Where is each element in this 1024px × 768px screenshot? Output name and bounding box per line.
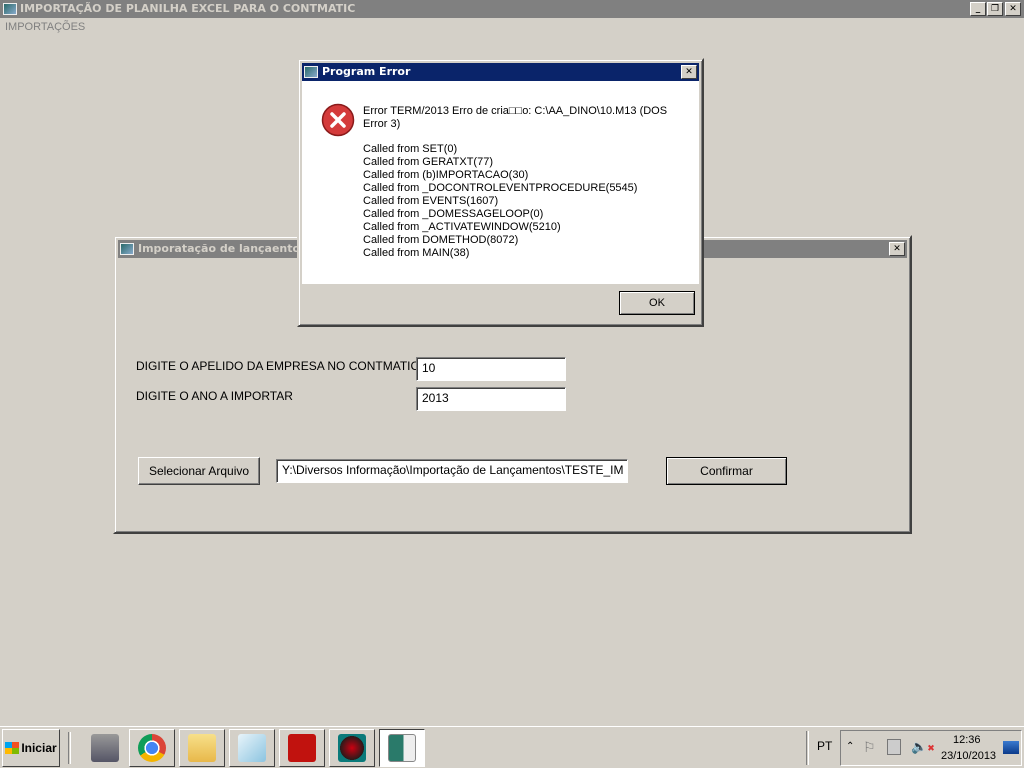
minimize-button[interactable]: _ [970, 2, 986, 16]
year-label: DIGITE O ANO A IMPORTAR [136, 389, 293, 403]
taskbar-notepad[interactable] [229, 729, 275, 767]
error-icon [321, 103, 355, 137]
red-bird-icon [338, 734, 366, 762]
clock-time[interactable]: 12:36 [953, 734, 981, 746]
app-titlebar: IMPORTAÇÃO DE PLANILHA EXCEL PARA O CONT… [0, 0, 1024, 18]
taskbar: Iniciar PT ⌃ ⚐ 🔈✖ 12:36 23/10/2013 [0, 726, 1024, 768]
company-label: DIGITE O APELIDO DA EMPRESA NO CONTMATIC [136, 359, 420, 373]
year-input[interactable]: 2013 [416, 387, 566, 411]
show-desktop-icon[interactable] [1003, 741, 1019, 754]
action-center-flag-icon[interactable]: ⚐ [863, 739, 876, 756]
import-window-close-button[interactable]: ✕ [889, 242, 905, 256]
select-file-button[interactable]: Selecionar Arquivo [138, 457, 260, 485]
taskbar-contmatic-import[interactable] [379, 729, 425, 767]
system-tray: ⌃ ⚐ 🔈✖ 12:36 23/10/2013 [840, 730, 1022, 766]
ok-button[interactable]: OK [619, 291, 695, 315]
start-button[interactable]: Iniciar [2, 729, 60, 767]
stack-line: Called from MAIN(38) [363, 247, 470, 259]
acrobat-icon [288, 734, 316, 762]
confirm-button[interactable]: Confirmar [666, 457, 787, 485]
app-window-icon [388, 734, 416, 762]
error-message: Error TERM/2013 Erro de cria□□o: C:\AA_D… [363, 105, 668, 130]
server-manager-icon [91, 734, 119, 762]
taskbar-chrome[interactable] [129, 729, 175, 767]
error-stack: Called from SET(0) Called from GERATXT(7… [363, 143, 637, 260]
stack-line: Called from (b)IMPORTACAO(30) [363, 169, 529, 181]
taskbar-acrobat[interactable] [279, 729, 325, 767]
error-dialog-title: Program Error [322, 65, 411, 78]
start-label: Iniciar [21, 741, 57, 755]
folder-icon [188, 734, 216, 762]
stack-line: Called from SET(0) [363, 143, 458, 155]
chrome-icon [138, 734, 166, 762]
clock-date[interactable]: 23/10/2013 [941, 750, 996, 762]
show-hidden-icons[interactable]: ⌃ [846, 741, 854, 752]
app-icon [3, 3, 17, 15]
stack-line: Called from _DOMESSAGELOOP(0) [363, 208, 544, 220]
stack-line: Called from _ACTIVATEWINDOW(5210) [363, 221, 561, 233]
taskbar-app-red[interactable] [329, 729, 375, 767]
error-dialog: Program Error ✕ Error TERM/2013 Erro de … [297, 58, 704, 327]
taskbar-server-manager[interactable] [82, 729, 128, 767]
app-title: IMPORTAÇÃO DE PLANILHA EXCEL PARA O CONT… [20, 2, 356, 15]
error-content: Error TERM/2013 Erro de cria□□o: C:\AA_D… [302, 81, 699, 284]
restore-button[interactable]: ❐ [987, 2, 1003, 16]
notepad-icon [238, 734, 266, 762]
window-icon [120, 243, 134, 255]
taskbar-explorer[interactable] [179, 729, 225, 767]
error-dialog-close-button[interactable]: ✕ [681, 65, 697, 79]
language-indicator[interactable]: PT [817, 739, 832, 753]
stack-line: Called from GERATXT(77) [363, 156, 493, 168]
window-icon [304, 66, 318, 78]
windows-logo-icon [5, 742, 20, 754]
import-window-title: Imporatação de lançaentos [138, 242, 307, 255]
stack-line: Called from EVENTS(1607) [363, 195, 499, 207]
close-button[interactable]: ✕ [1005, 2, 1021, 16]
stack-line: Called from DOMETHOD(8072) [363, 234, 519, 246]
stack-line: Called from _DOCONTROLEVENTPROCEDURE(554… [363, 182, 638, 194]
error-dialog-titlebar: Program Error ✕ [302, 63, 699, 81]
file-path-input[interactable]: Y:\Diversos Informação\Importação de Lan… [276, 459, 628, 483]
network-icon[interactable] [887, 739, 901, 755]
menu-importacoes[interactable]: IMPORTAÇÕES [5, 21, 85, 33]
company-input[interactable]: 10 [416, 357, 566, 381]
volume-muted-icon[interactable]: 🔈✖ [911, 739, 935, 755]
